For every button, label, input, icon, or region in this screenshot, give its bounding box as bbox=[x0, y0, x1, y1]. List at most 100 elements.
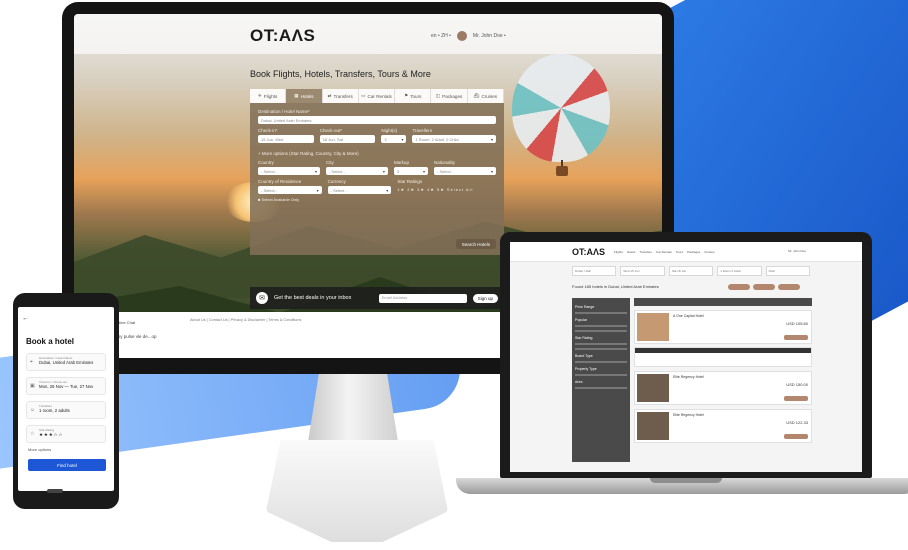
hotel-name[interactable]: Elite Regency Hotel bbox=[673, 375, 704, 379]
hotel-name[interactable]: Elite Regency Hotel bbox=[673, 413, 704, 417]
sort-button[interactable] bbox=[728, 284, 750, 290]
star-rating-stars[interactable]: ★★★☆☆ bbox=[39, 432, 102, 438]
tab-flights[interactable]: ✈ Flights bbox=[250, 89, 287, 103]
laptop-logo[interactable]: OT:AɅS bbox=[572, 247, 605, 257]
mail-icon: ✉ bbox=[256, 292, 268, 304]
laptop-search-bar: Dubai, UAE Wed 15 Jun Sat 18 Jun 1 Room … bbox=[572, 266, 811, 276]
price-slider[interactable] bbox=[575, 312, 627, 314]
checkin-input[interactable]: 15 Jun, Wed bbox=[258, 135, 314, 143]
tab-transfers[interactable]: ⇄ Transfers bbox=[323, 89, 359, 103]
filter-heading[interactable]: Board Type bbox=[575, 354, 627, 358]
country-label: Country bbox=[258, 160, 274, 165]
search-hotels-button[interactable]: Search Hotels bbox=[455, 239, 496, 249]
phone-home-indicator bbox=[47, 489, 63, 493]
filter-heading[interactable]: Property Type bbox=[575, 367, 627, 371]
car-icon: ▭ bbox=[361, 93, 366, 98]
nights-column: Night(s) 3 ▾ bbox=[381, 128, 407, 143]
dates-row: Check-in* 15 Jun, Wed Check-out* 18 Jun,… bbox=[258, 128, 497, 143]
footer-links[interactable]: About Us | Contact Us | Privacy & Discla… bbox=[190, 318, 301, 322]
filter-heading[interactable]: Popular bbox=[575, 318, 627, 322]
view-rooms-button[interactable] bbox=[784, 335, 808, 340]
laptop-filter-field[interactable]: Filter bbox=[765, 266, 811, 276]
nav-item[interactable]: Cruises bbox=[704, 250, 714, 254]
site-logo[interactable]: OT:AɅS bbox=[250, 26, 315, 46]
currency-label: Currency bbox=[327, 179, 346, 184]
phone-destination-field[interactable]: ⌖ Destination / Hotel Name Dubai, United… bbox=[26, 353, 106, 371]
sort-button[interactable] bbox=[778, 284, 800, 290]
nav-item[interactable]: Flights bbox=[614, 250, 623, 254]
country-column: Country - Select - ▾ bbox=[258, 160, 320, 175]
hotel-name[interactable]: A One Capital Hotel bbox=[673, 314, 704, 318]
city-select[interactable]: - Select - ▾ bbox=[325, 167, 388, 175]
country-value: - Select - bbox=[261, 168, 278, 174]
results-title: Found 185 hotels in Dubai, United Arab E… bbox=[572, 284, 659, 289]
nights-select[interactable]: 3 ▾ bbox=[381, 135, 407, 143]
sort-button[interactable] bbox=[753, 284, 775, 290]
hotel-search-panel: Destination / Hotel Name* Dubai, United … bbox=[250, 103, 504, 255]
tab-tours[interactable]: ⚑ Tours bbox=[395, 89, 432, 103]
user-menu[interactable]: Mr. John Doe • bbox=[473, 33, 506, 39]
hotel-card[interactable]: A One Capital Hotel USD 105.60 bbox=[634, 310, 812, 344]
laptop-checkin-field[interactable]: Wed 15 Jun bbox=[620, 266, 665, 276]
star-ratings-checkboxes[interactable]: 1★ 2★ 3★ 4★ 5★ Select All bbox=[397, 187, 496, 192]
markup-column: Markup 3 ▾ bbox=[393, 160, 429, 175]
residence-label: Country of Residence bbox=[258, 179, 302, 184]
phone-more-options[interactable]: More options bbox=[28, 447, 51, 452]
field-value: 1 room, 2 adults bbox=[39, 408, 70, 413]
nav-item[interactable]: Packages bbox=[687, 250, 700, 254]
laptop-checkout-field[interactable]: Sat 18 Jun bbox=[668, 266, 714, 276]
tab-cruises[interactable]: ⛴ Cruises bbox=[468, 89, 504, 103]
view-rooms-button[interactable] bbox=[784, 396, 808, 401]
markup-label: Markup bbox=[393, 160, 409, 165]
avatar[interactable] bbox=[456, 31, 467, 41]
tab-hotels[interactable]: ▦ Hotels bbox=[286, 89, 323, 103]
laptop-travellers-field[interactable]: 1 Room 2 Adult bbox=[717, 266, 762, 276]
nationality-select[interactable]: - Select - ▾ bbox=[434, 167, 496, 175]
phone-star-rating-field[interactable]: ☆ Star Rating ★★★☆☆ bbox=[26, 425, 106, 443]
filter-heading[interactable]: Price Range bbox=[575, 305, 627, 309]
newsletter-email-input[interactable]: Email Address bbox=[378, 293, 467, 303]
destination-label: Destination / Hotel Name* bbox=[258, 109, 310, 114]
phone-dates-field[interactable]: ▣ Check-in / Check-out Mon, 26 Nov — Tue… bbox=[26, 377, 106, 395]
tab-label: Packages bbox=[442, 93, 463, 99]
chevron-down-icon: ▾ bbox=[316, 187, 319, 193]
tab-packages[interactable]: ◫ Packages bbox=[431, 89, 468, 103]
star-ratings-label: Star Ratings bbox=[397, 179, 423, 184]
travellers-select[interactable]: 1 Room, 2 Adult, 0 Child ▾ bbox=[412, 135, 497, 143]
checkout-input[interactable]: 18 Jun, Sat bbox=[319, 135, 376, 143]
chevron-down-icon: ▾ bbox=[386, 187, 389, 193]
hotel-card[interactable]: Elite Regency Hotel USD 150.00 bbox=[634, 371, 812, 405]
room-table-header bbox=[635, 348, 811, 353]
destination-input[interactable]: Dubai, United Arab Emirates bbox=[258, 116, 496, 124]
laptop-user[interactable]: Mr. John Doe bbox=[788, 249, 806, 253]
signup-button[interactable]: Sign up bbox=[472, 293, 498, 303]
checkin-column: Check-in* 15 Jun, Wed bbox=[258, 128, 314, 143]
nav-item[interactable]: Tours bbox=[676, 250, 683, 254]
more-options-toggle[interactable]: + More options (Star Rating, Country, Ci… bbox=[258, 151, 496, 156]
site-header: OT:AɅS en • ZH • Mr. John Doe • bbox=[74, 14, 662, 54]
nights-value: 3 bbox=[384, 136, 387, 142]
currency-select[interactable]: - Select - ▾ bbox=[327, 186, 392, 194]
hotel-card[interactable]: Elite Regency Hotel USD 122.33 bbox=[634, 409, 812, 443]
country-select[interactable]: - Select - ▾ bbox=[258, 167, 320, 175]
find-hotel-button[interactable]: Find hotel bbox=[28, 459, 106, 471]
residence-value: - Select - bbox=[261, 187, 278, 193]
back-arrow-icon[interactable]: ← bbox=[22, 315, 29, 322]
nav-item[interactable]: Hotels bbox=[627, 250, 636, 254]
filter-line bbox=[575, 325, 627, 327]
markup-select[interactable]: 3 ▾ bbox=[393, 167, 429, 175]
tab-label: Cruises bbox=[481, 93, 498, 99]
laptop-destination-field[interactable]: Dubai, UAE bbox=[572, 266, 617, 276]
tab-car-rentals[interactable]: ▭ Car Rentals bbox=[359, 89, 396, 103]
residence-select[interactable]: - Select - ▾ bbox=[258, 186, 322, 194]
filter-heading[interactable]: Star Rating bbox=[575, 336, 627, 340]
filter-sidebar: Price Range Popular Star Rating Board Ty… bbox=[572, 298, 630, 462]
nav-item[interactable]: Transfers bbox=[639, 250, 652, 254]
view-rooms-button[interactable] bbox=[784, 434, 808, 439]
nav-item[interactable]: Car Rentals bbox=[656, 250, 672, 254]
filter-heading[interactable]: Area bbox=[575, 380, 627, 384]
available-only-checkbox[interactable]: ■ Select Available Only bbox=[258, 197, 496, 202]
phone-travellers-field[interactable]: ☺ Travellers 1 room, 2 adults bbox=[26, 401, 106, 419]
language-selector[interactable]: en • ZH • bbox=[431, 33, 451, 39]
newsletter-bar: ✉ Get the best deals in your inbox Email… bbox=[250, 287, 504, 309]
